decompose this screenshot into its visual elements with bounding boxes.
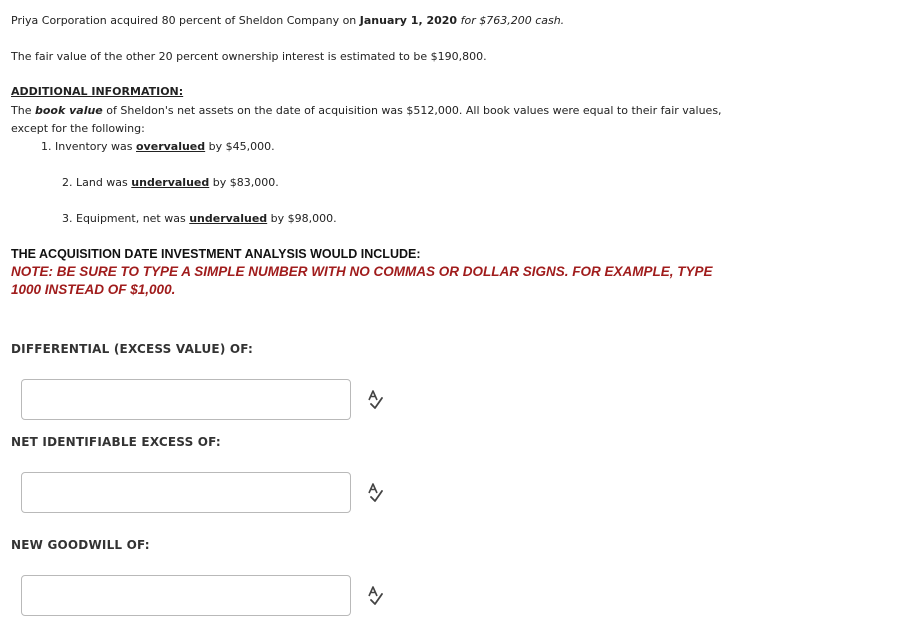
list-item-land: 2. Land was undervalued by $83,000. [62,176,279,189]
info-text: The [11,104,35,117]
item-text: 3. Equipment, net was [62,212,190,225]
item-text: 2. Land was [62,176,132,189]
intro-paragraph-2: The fair value of the other 20 percent o… [11,50,487,63]
additional-info-line-1: The book value of Sheldon's net assets o… [11,104,722,117]
differential-label: DIFFERENTIAL (EXCESS VALUE) OF: [11,342,254,356]
intro-text: Priya Corporation acquired 80 percent of… [11,14,360,27]
note-line-2: 1000 INSTEAD OF $1,000. [11,282,176,297]
item-emphasis: undervalued [189,212,268,225]
info-text: of Sheldon's net assets on the date of a… [102,104,722,117]
intro-paragraph-1: Priya Corporation acquired 80 percent of… [11,14,564,27]
spell-check-icon[interactable] [366,390,384,410]
note-line-1: NOTE: BE SURE TO TYPE A SIMPLE NUMBER WI… [11,264,713,279]
list-item-equipment: 3. Equipment, net was undervalued by $98… [62,212,337,225]
list-item-inventory: 1. Inventory was overvalued by $45,000. [41,140,275,153]
new-goodwill-label: NEW GOODWILL OF: [11,538,150,552]
differential-input[interactable] [21,379,351,420]
analysis-heading: THE ACQUISITION DATE INVESTMENT ANALYSIS… [11,247,421,261]
item-emphasis: overvalued [136,140,206,153]
net-identifiable-excess-label: NET IDENTIFIABLE EXCESS OF: [11,435,221,449]
item-amount: by $83,000. [209,176,279,189]
spell-check-icon[interactable] [366,586,384,606]
new-goodwill-input[interactable] [21,575,351,616]
additional-info-line-2: except for the following: [11,122,145,135]
additional-info-heading: ADDITIONAL INFORMATION: [11,85,184,98]
book-value-term: book value [34,104,103,117]
item-text: 1. Inventory was [41,140,136,153]
item-emphasis: undervalued [131,176,210,189]
intro-price: for $763,200 cash. [457,14,565,27]
item-amount: by $45,000. [205,140,275,153]
item-amount: by $98,000. [267,212,337,225]
acquisition-date: January 1, 2020 [359,14,458,27]
net-identifiable-excess-input[interactable] [21,472,351,513]
spell-check-icon[interactable] [366,483,384,503]
